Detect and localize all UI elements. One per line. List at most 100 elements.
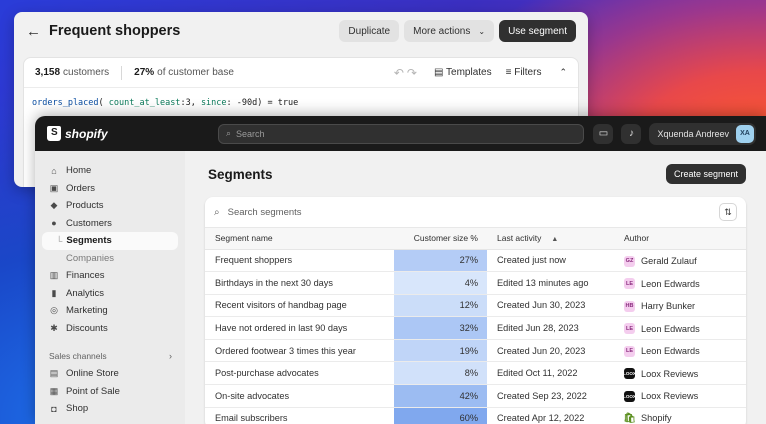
column-header-activity[interactable]: Last activity ▲ — [487, 228, 614, 250]
customer-count-label: customers — [63, 67, 110, 78]
table-row[interactable]: On-site advocates 42% Created Sep 23, 2022… — [205, 384, 746, 408]
use-segment-button[interactable]: Use segment — [499, 20, 576, 42]
author-cell: LE Leon Edwards — [614, 316, 746, 340]
table-row[interactable]: Ordered footwear 3 times this year 19% Cre… — [205, 339, 746, 363]
last-activity: Edited Jun 28, 2023 — [487, 316, 614, 340]
segment-name[interactable]: Ordered footwear 3 times this year — [205, 339, 394, 363]
segment-name[interactable]: Post-purchase advocates — [205, 361, 394, 386]
table-row[interactable]: Post-purchase advocates 8% Edited Oct 11, … — [205, 361, 746, 386]
last-activity: Edited Oct 11, 2022 — [487, 361, 614, 386]
more-actions-button[interactable]: More actions ⌄ — [404, 20, 495, 42]
author-name: Harry Bunker — [641, 301, 696, 312]
segment-name[interactable]: Frequent shoppers — [205, 249, 394, 273]
sidebar-item-orders[interactable]: ▣ Orders — [42, 180, 178, 198]
sort-icon[interactable]: ⇅ — [719, 203, 737, 221]
table-row[interactable]: Email subscribers 60% Created Apr 12, 2022… — [205, 407, 746, 424]
filters-button[interactable]: ≡ Filters — [506, 67, 542, 78]
top-bar: shopify ⌕ Search ▭ ♪ Xquenda Andreev XA — [35, 116, 766, 151]
sidebar-item-discounts[interactable]: ✱ Discounts — [42, 320, 178, 338]
sidebar-item-segments[interactable]: └ Segments — [42, 232, 178, 250]
segment-name[interactable]: On-site advocates — [205, 384, 394, 408]
store-icon: ▤ — [49, 368, 59, 379]
customer-size-cell: 60% — [394, 407, 487, 424]
last-activity: Created Jun 20, 2023 — [487, 339, 614, 363]
table-row[interactable]: Have not ordered in last 90 days 32% Edite… — [205, 316, 746, 340]
page-title: Segments — [208, 166, 273, 182]
undo-redo-icon[interactable]: ↶↷ — [394, 66, 420, 80]
sidebar-item-companies[interactable]: Companies — [42, 250, 178, 268]
query-arg2-value: -90d — [236, 98, 258, 108]
table-row[interactable]: Frequent shoppers 27% Created just now GZ Ge… — [205, 249, 746, 273]
user-name: Xquenda Andreev — [657, 128, 729, 139]
segments-table-card: ⌕ Search segments ⇅ Segment name Custome… — [205, 197, 746, 424]
table-row[interactable]: Recent visitors of handbag page 12% Create… — [205, 294, 746, 318]
author-name: Gerald Zulauf — [641, 256, 697, 267]
sidebar-item-online-store[interactable]: ▤ Online Store — [42, 365, 178, 383]
last-activity: Created Apr 12, 2022 — [487, 407, 614, 424]
segment-name[interactable]: Birthdays in the next 30 days — [205, 271, 394, 295]
orders-icon: ▣ — [49, 182, 59, 193]
shopify-logo[interactable]: shopify — [47, 126, 218, 141]
global-search-input[interactable]: ⌕ Search — [218, 123, 584, 144]
segments-search-bar[interactable]: ⌕ Search segments ⇅ — [205, 197, 746, 228]
brand-name: shopify — [65, 126, 108, 141]
customer-count: 3,158 — [35, 67, 61, 78]
query-arg1-key: count_at_least — [108, 98, 181, 108]
last-activity: Created Jun 30, 2023 — [487, 294, 614, 318]
create-segment-button[interactable]: Create segment — [665, 164, 746, 184]
chevron-right-icon: › — [169, 351, 172, 361]
author: LOOX Loox Reviews — [623, 390, 699, 402]
customer-size-cell: 42% — [394, 384, 487, 408]
inbox-icon[interactable]: ▭ — [593, 123, 614, 144]
table-row[interactable]: Birthdays in the next 30 days 4% Edited 13… — [205, 271, 746, 295]
query-value: true — [277, 98, 299, 108]
customer-size-cell: 27% — [394, 249, 487, 273]
column-header-activity-label: Last activity — [497, 233, 542, 244]
sales-channels-header[interactable]: Sales channels › — [42, 347, 178, 365]
segment-name[interactable]: Recent visitors of handbag page — [205, 294, 394, 318]
author: LOOX Loox Reviews — [623, 368, 698, 380]
author: 🛍 Shopify — [623, 412, 672, 424]
sidebar-item-label: Discounts — [66, 322, 108, 334]
collapse-chevron-icon[interactable]: ⌃ — [559, 67, 567, 78]
segment-name[interactable]: Email subscribers — [205, 407, 394, 424]
column-header-size[interactable]: Customer size % — [394, 228, 487, 250]
shopify-bag-icon — [47, 126, 61, 141]
segment-stats-bar: 3,158 customers 27% of customer base ↶↷ … — [24, 58, 578, 88]
sidebar-item-point-of-sale[interactable]: ▦ Point of Sale — [42, 383, 178, 401]
author: LE Leon Edwards — [624, 345, 700, 357]
global-search-placeholder: Search — [236, 128, 265, 139]
sidebar-item-marketing[interactable]: ◎ Marketing — [42, 302, 178, 320]
user-menu-button[interactable]: Xquenda Andreev XA — [649, 122, 756, 145]
segment-query-editor[interactable]: orders_placed( count_at_least:3, since: … — [24, 88, 578, 118]
sidebar-item-products[interactable]: ◆ Products — [42, 197, 178, 215]
sidebar-item-shop[interactable]: ◘ Shop — [42, 400, 178, 418]
table-header-row: Segment name Customer size % Last activi… — [205, 228, 746, 250]
query-arg1-value: 3 — [185, 98, 191, 108]
sidebar-item-label: Segments — [66, 235, 112, 247]
author-badge: GZ — [624, 255, 635, 267]
sidebar-item-customers[interactable]: ● Customers — [42, 215, 178, 233]
author-name: Loox Reviews — [641, 391, 699, 402]
sidebar: ⌂ Home ▣ Orders ◆ Products ● Customers └ Segment… — [35, 151, 185, 424]
column-header-name[interactable]: Segment name — [205, 228, 394, 250]
author: GZ Gerald Zulauf — [624, 255, 697, 267]
sidebar-item-analytics[interactable]: ▮ Analytics — [42, 285, 178, 303]
query-function: orders_placed — [32, 98, 99, 108]
duplicate-button[interactable]: Duplicate — [339, 20, 400, 42]
last-activity: Edited 13 minutes ago — [487, 271, 614, 295]
templates-button[interactable]: ▤ Templates — [434, 67, 492, 78]
back-arrow-icon[interactable]: ← — [26, 23, 41, 40]
author: LE Leon Edwards — [624, 278, 700, 290]
bell-icon[interactable]: ♪ — [621, 123, 642, 144]
sidebar-item-finances[interactable]: ▥ Finances — [42, 267, 178, 285]
bar-chart-icon: ▮ — [51, 287, 57, 298]
shopify-admin-window: shopify ⌕ Search ▭ ♪ Xquenda Andreev XA … — [35, 116, 766, 424]
author-cell: LE Leon Edwards — [614, 271, 746, 295]
top-bar-actions: ▭ ♪ Xquenda Andreev XA — [593, 122, 756, 145]
last-activity: Created just now — [487, 249, 614, 273]
segment-name[interactable]: Have not ordered in last 90 days — [205, 316, 394, 340]
column-header-author[interactable]: Author — [614, 228, 746, 250]
sidebar-item-home[interactable]: ⌂ Home — [42, 162, 178, 180]
author-badge: LE — [624, 323, 635, 335]
